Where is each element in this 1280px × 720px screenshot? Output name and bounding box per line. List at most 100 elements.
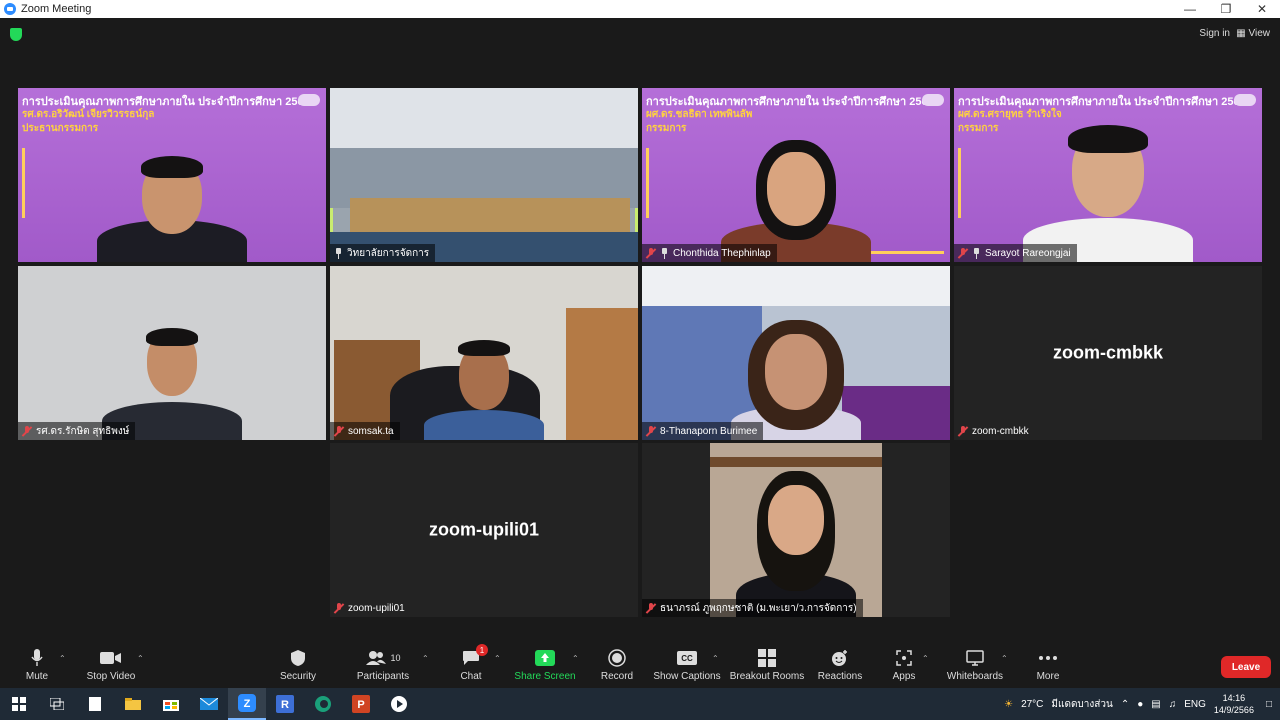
smiley-plus-icon	[831, 648, 849, 668]
slide-person-role: กรรมการ	[958, 123, 999, 134]
tray-overflow-icon[interactable]: ⌃	[1121, 699, 1129, 710]
participants-label: Participants	[356, 671, 410, 682]
clock-date: 14/9/2566	[1213, 705, 1254, 715]
breakout-rooms-icon	[758, 648, 776, 668]
slide-person-name: รศ.ดร.อริวัฒน์ เจียรวิวรรธน์กุล	[22, 109, 155, 120]
notepad-icon[interactable]	[76, 688, 114, 720]
weather-temp[interactable]: 27°C	[1021, 699, 1043, 710]
record-icon	[608, 648, 626, 668]
video-tile-thanaporn[interactable]: 8-Thanaporn Burimee	[642, 266, 950, 440]
video-tile-presenter-1[interactable]: การประเมินคุณภาพการศึกษาภายใน ประจำปีการ…	[18, 88, 326, 262]
whiteboard-icon	[966, 648, 984, 668]
captions-options-caret[interactable]: ⌃	[712, 654, 719, 663]
svg-text:CC: CC	[681, 654, 693, 663]
window-title: Zoom Meeting	[21, 3, 92, 15]
video-tile-somsak[interactable]: somsak.ta	[330, 266, 638, 440]
edge-browser-icon[interactable]	[304, 688, 342, 720]
notifications-icon[interactable]: □	[1266, 699, 1272, 710]
leave-button[interactable]: Leave	[1221, 656, 1271, 678]
windows-taskbar: Z R P ☀ 27°C มีแดดบางส่วน ⌃ ● ▤ ♫ ENG 14…	[0, 688, 1280, 720]
apps-options-caret[interactable]: ⌃	[922, 654, 929, 663]
participants-button[interactable]: 10 Participants	[343, 648, 423, 682]
encryption-shield-icon[interactable]	[10, 28, 22, 41]
window-titlebar: Zoom Meeting — ❐ ✕	[0, 0, 1280, 18]
close-button[interactable]: ✕	[1244, 0, 1280, 18]
chat-options-caret[interactable]: ⌃	[494, 654, 501, 663]
volume-icon[interactable]: ♫	[1169, 699, 1177, 710]
network-icon[interactable]: ▤	[1151, 699, 1160, 710]
video-frame	[710, 443, 882, 617]
powerpoint-icon[interactable]: P	[342, 688, 380, 720]
more-button[interactable]: More	[1008, 648, 1088, 682]
maximize-button[interactable]: ❐	[1208, 0, 1244, 18]
record-button[interactable]: Record	[577, 648, 657, 682]
video-tile-chonthida[interactable]: การประเมินคุณภาพการศึกษาภายใน ประจำปีการ…	[642, 88, 950, 262]
pin-icon	[972, 247, 981, 259]
mic-muted-icon	[646, 247, 656, 259]
weather-description[interactable]: มีแดดบางส่วน	[1051, 697, 1112, 712]
zoom-logo-icon	[4, 3, 16, 15]
record-label: Record	[600, 671, 634, 682]
whiteboards-options-caret[interactable]: ⌃	[1001, 654, 1008, 663]
video-tile-thanaporn-2[interactable]: ธนาภรณ์ ภูพฤกษชาติ (ม.พะเยา/ว.การจัดการ)	[642, 443, 950, 617]
video-tile-zoom-upili01[interactable]: zoom-upili01 zoom-upili01	[330, 443, 638, 617]
task-view-icon[interactable]	[38, 688, 76, 720]
weather-icon[interactable]: ☀	[1004, 699, 1013, 710]
media-player-icon[interactable]	[380, 688, 418, 720]
view-button[interactable]: ▦ View	[1236, 28, 1270, 39]
windows-start-icon[interactable]	[0, 688, 38, 720]
room-ceiling	[642, 266, 950, 306]
video-tile-raksit[interactable]: รศ.ดร.รักษิต สุทธิพงษ์	[18, 266, 326, 440]
zoom-taskbar-icon[interactable]: Z	[228, 688, 266, 720]
sign-in-button[interactable]: Sign in	[1199, 28, 1230, 39]
participant-display-name: zoom-cmbkk	[1052, 342, 1164, 363]
remote-app-icon[interactable]: R	[266, 688, 304, 720]
participants-count: 10	[390, 653, 401, 663]
breakout-rooms-button[interactable]: Breakout Rooms	[727, 648, 807, 682]
microphone-tray-icon[interactable]: ●	[1137, 699, 1143, 710]
participant-namebar: Chonthida Thephinlap	[642, 244, 777, 262]
system-clock[interactable]: 14:16 14/9/2566	[1214, 692, 1254, 716]
minimize-button[interactable]: —	[1172, 0, 1208, 18]
language-indicator[interactable]: ENG	[1184, 699, 1206, 710]
slide-accent-bar	[646, 148, 649, 218]
video-tile-room[interactable]: วิทยาลัยการจัดการ	[330, 88, 638, 262]
mail-icon[interactable]	[190, 688, 228, 720]
video-options-caret[interactable]: ⌃	[137, 654, 144, 663]
apps-label: Apps	[892, 671, 916, 682]
participant-name: วิทยาลัยการจัดการ	[347, 247, 430, 259]
video-tile-zoom-cmbkk[interactable]: zoom-cmbkk zoom-cmbkk	[954, 266, 1262, 440]
security-button[interactable]: Security	[258, 648, 338, 682]
mic-muted-icon	[646, 425, 656, 437]
participants-options-caret[interactable]: ⌃	[422, 654, 429, 663]
mute-options-caret[interactable]: ⌃	[59, 654, 66, 663]
head	[765, 334, 827, 410]
conference-table	[350, 198, 630, 232]
slide-accent-bar	[22, 148, 25, 218]
system-tray: ☀ 27°C มีแดดบางส่วน ⌃ ● ▤ ♫ ENG 14:16 14…	[1004, 688, 1280, 720]
apps-button[interactable]: Apps	[864, 648, 944, 682]
whiteboards-label: Whiteboards	[946, 671, 1004, 682]
security-label: Security	[279, 671, 317, 682]
participant-namebar: ธนาภรณ์ ภูพฤกษชาติ (ม.พะเยา/ว.การจัดการ)	[642, 599, 863, 617]
breakout-rooms-label: Breakout Rooms	[729, 671, 805, 682]
participant-name: somsak.ta	[348, 425, 394, 437]
participant-namebar: zoom-upili01	[330, 599, 411, 617]
video-tile-sarayot[interactable]: การประเมินคุณภาพการศึกษาภายใน ประจำปีการ…	[954, 88, 1262, 262]
slide-accent-bar-bottom	[864, 251, 944, 254]
participant-figure	[92, 142, 252, 262]
apps-icon	[896, 648, 912, 668]
participant-figure	[1023, 107, 1193, 262]
room-ceiling	[330, 88, 638, 148]
file-explorer-icon[interactable]	[114, 688, 152, 720]
participant-figure	[721, 310, 871, 440]
video-camera-icon	[100, 648, 122, 668]
participant-namebar: somsak.ta	[330, 422, 400, 440]
microsoft-store-icon[interactable]	[152, 688, 190, 720]
svg-text:Z: Z	[244, 698, 251, 710]
slide-logo	[298, 94, 320, 106]
participant-name: 8-Thanaporn Burimee	[660, 425, 758, 437]
participant-name: Sarayot Rareongjai	[985, 247, 1071, 259]
participant-namebar: 8-Thanaporn Burimee	[642, 422, 764, 440]
hair	[458, 340, 510, 356]
